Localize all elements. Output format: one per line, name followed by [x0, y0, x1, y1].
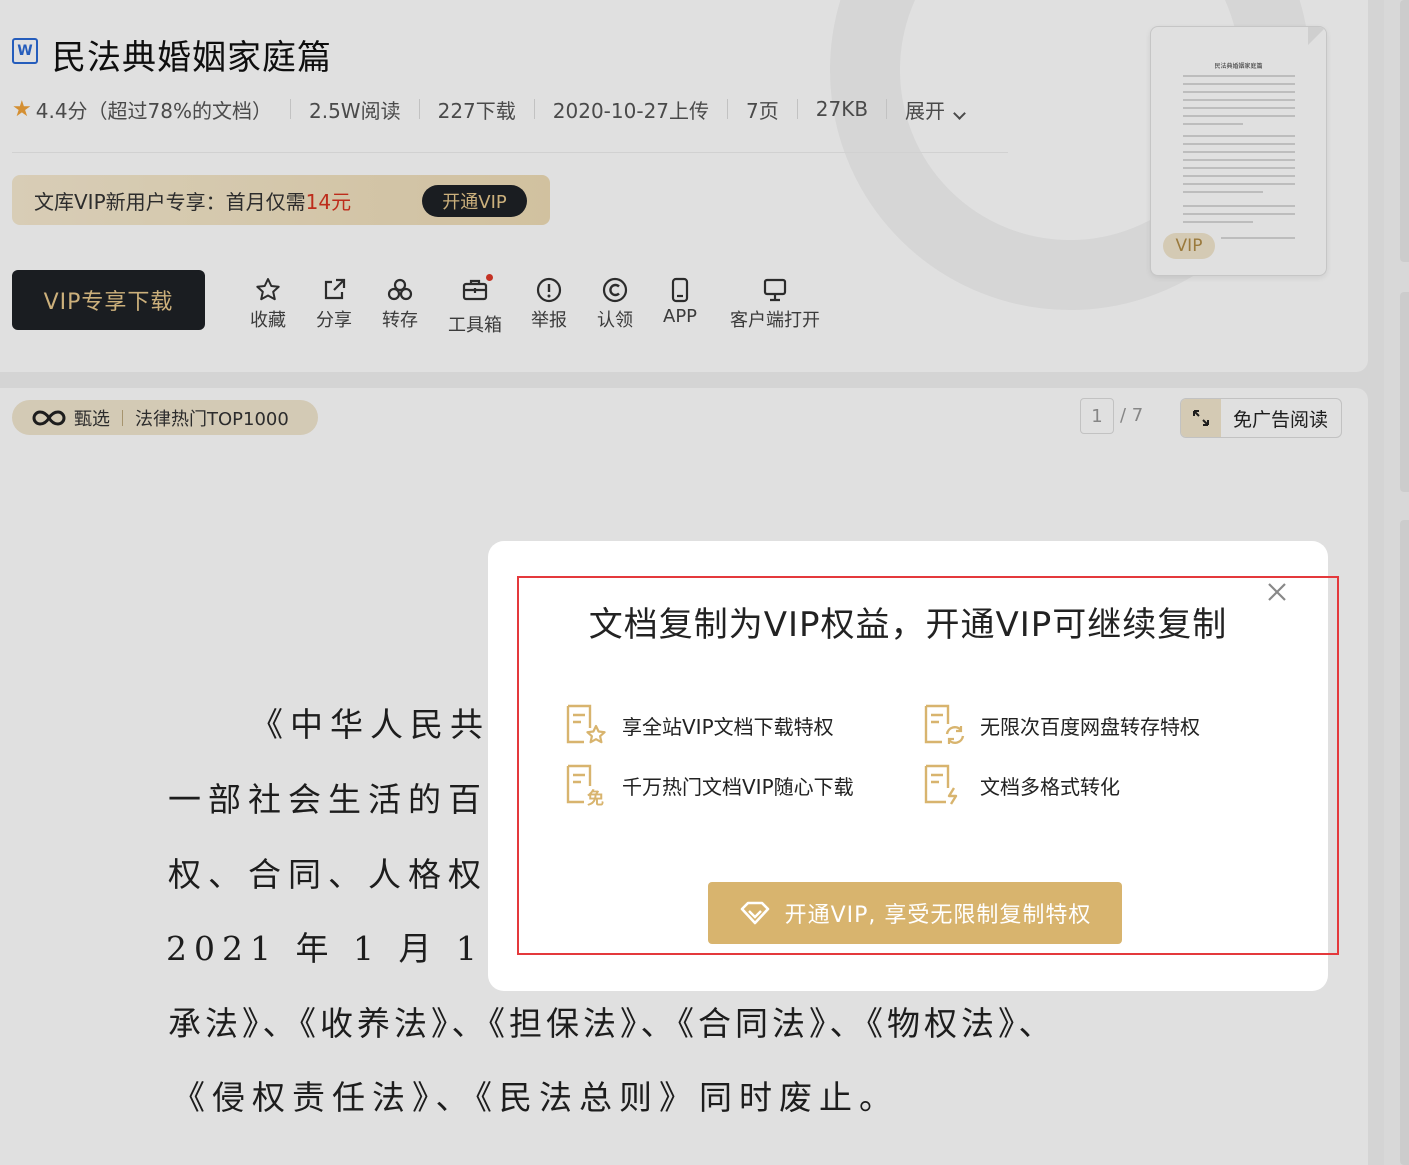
open-vip-copy-button[interactable]: 开通VIP, 享受无限制复制特权: [708, 882, 1122, 944]
benefit-item: 无限次百度网盘转存特权: [920, 702, 1200, 748]
doc-convert-icon: [924, 764, 958, 805]
benefit-label: 享全站VIP文档下载特权: [622, 714, 834, 739]
benefit-item: 享全站VIP文档下载特权: [562, 702, 834, 748]
diamond-icon[interactable]: [739, 900, 771, 926]
cta-label[interactable]: 开通VIP, 享受无限制复制特权: [785, 897, 1092, 929]
doc-free-icon: 免: [566, 764, 604, 808]
doc-sync-icon: [924, 704, 965, 744]
free-badge: 免: [587, 788, 604, 808]
benefit-label: 文档多格式转化: [980, 774, 1120, 799]
benefit-label: 千万热门文档VIP随心下载: [622, 774, 854, 799]
doc-star-icon: [566, 704, 606, 744]
benefit-item: 免 千万热门文档VIP随心下载: [562, 762, 854, 808]
benefit-item: 文档多格式转化: [920, 762, 1120, 808]
modal-title: 文档复制为VIP权益，开通VIP可继续复制: [588, 605, 1228, 645]
benefit-label: 无限次百度网盘转存特权: [980, 714, 1200, 739]
